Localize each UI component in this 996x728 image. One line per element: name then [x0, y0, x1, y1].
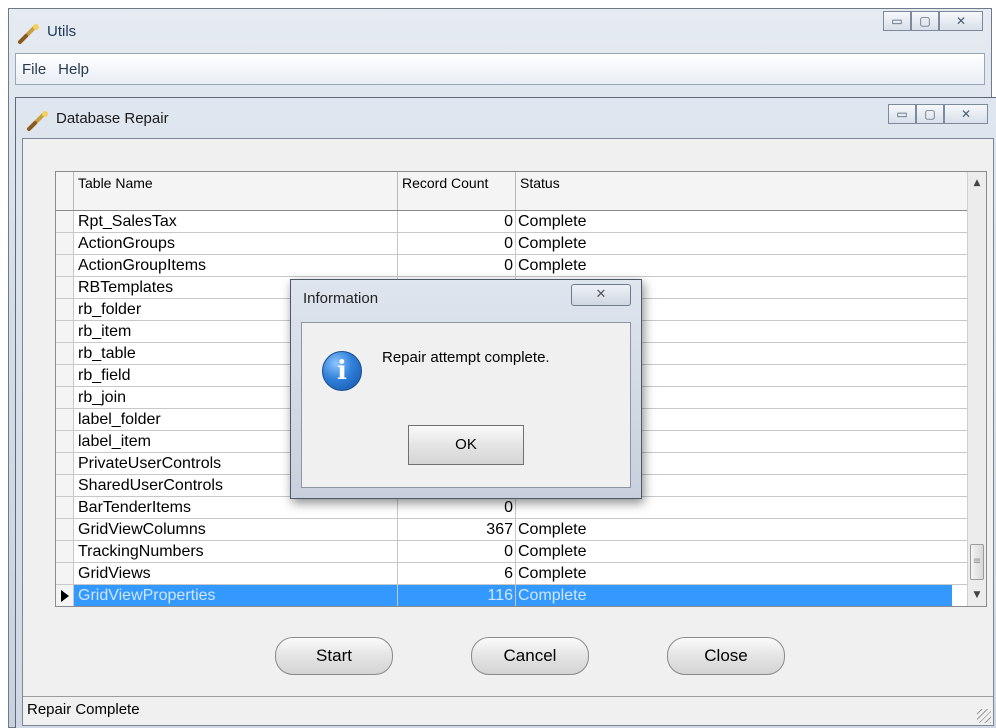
cell-table-name[interactable]: ActionGroups: [74, 233, 398, 254]
status-text: Repair Complete: [27, 701, 140, 718]
wand-icon: [27, 111, 48, 131]
close-button[interactable]: ✕: [939, 11, 983, 31]
status-bar: Repair Complete: [23, 696, 993, 725]
dialog-body: i Repair attempt complete. OK: [301, 322, 631, 488]
utils-window-controls: ▭ ▢ ✕: [883, 11, 983, 31]
menu-bar: File Help: [15, 53, 985, 85]
menu-help[interactable]: Help: [52, 61, 95, 78]
close-button[interactable]: ✕: [944, 104, 988, 124]
row-indicator[interactable]: [56, 585, 74, 606]
cell-table-name[interactable]: TrackingNumbers: [74, 541, 398, 562]
ok-button[interactable]: OK: [408, 425, 524, 465]
scroll-up-icon[interactable]: ▲: [968, 174, 986, 192]
cell-status[interactable]: [516, 497, 952, 518]
cell-record-count[interactable]: 367: [398, 519, 516, 540]
restore-button[interactable]: ▢: [916, 104, 944, 124]
table-row[interactable]: ActionGroupItems 0 Complete: [56, 255, 968, 277]
cell-record-count[interactable]: 0: [398, 497, 516, 518]
cell-table-name[interactable]: GridViewProperties: [74, 585, 398, 606]
table-row[interactable]: Rpt_SalesTax 0 Complete: [56, 211, 968, 233]
row-indicator[interactable]: [56, 365, 74, 386]
cell-status[interactable]: Complete: [516, 211, 952, 232]
row-indicator[interactable]: [56, 321, 74, 342]
grid-header: Table Name Record Count Status: [56, 172, 968, 211]
start-button[interactable]: Start: [275, 637, 393, 675]
vertical-scrollbar[interactable]: ▲ ≡ ▼: [967, 172, 986, 606]
information-icon: i: [322, 351, 362, 391]
table-row[interactable]: TrackingNumbers 0 Complete: [56, 541, 968, 563]
row-indicator[interactable]: [56, 277, 74, 298]
cell-table-name[interactable]: GridViewColumns: [74, 519, 398, 540]
minimize-button[interactable]: ▭: [888, 104, 916, 124]
scroll-down-icon[interactable]: ▼: [968, 586, 986, 604]
row-indicator[interactable]: [56, 299, 74, 320]
cell-status[interactable]: Complete: [516, 255, 952, 276]
wand-icon: [18, 24, 39, 44]
column-header-record-count[interactable]: Record Count: [398, 172, 516, 210]
column-header-status[interactable]: Status: [516, 172, 952, 210]
cell-status[interactable]: Complete: [516, 233, 952, 254]
cell-status[interactable]: Complete: [516, 519, 952, 540]
cancel-button[interactable]: Cancel: [471, 637, 589, 675]
utils-title-bar[interactable]: Utils ▭ ▢ ✕: [9, 9, 991, 51]
database-repair-title-bar[interactable]: Database Repair ▭ ▢ ✕: [16, 98, 996, 138]
information-dialog: Information ✕ i Repair attempt complete.…: [290, 279, 642, 499]
row-indicator[interactable]: [56, 233, 74, 254]
row-indicator[interactable]: [56, 387, 74, 408]
row-indicator[interactable]: [56, 563, 74, 584]
cell-table-name[interactable]: ActionGroupItems: [74, 255, 398, 276]
row-indicator[interactable]: [56, 211, 74, 232]
cell-record-count[interactable]: 116: [398, 585, 516, 606]
repair-window-controls: ▭ ▢ ✕: [888, 104, 988, 124]
cell-table-name[interactable]: BarTenderItems: [74, 497, 398, 518]
row-indicator[interactable]: [56, 453, 74, 474]
close-button[interactable]: Close: [667, 637, 785, 675]
window-title: Database Repair: [56, 110, 169, 127]
row-indicator[interactable]: [56, 431, 74, 452]
cell-record-count[interactable]: 0: [398, 211, 516, 232]
cell-status[interactable]: Complete: [516, 541, 952, 562]
row-indicator[interactable]: [56, 475, 74, 496]
table-row[interactable]: GridViewColumns 367 Complete: [56, 519, 968, 541]
column-header-table-name[interactable]: Table Name: [74, 172, 398, 210]
cell-status[interactable]: Complete: [516, 563, 952, 584]
table-row[interactable]: GridViewProperties 116 Complete: [56, 585, 968, 606]
row-indicator[interactable]: [56, 497, 74, 518]
cell-record-count[interactable]: 0: [398, 233, 516, 254]
table-row[interactable]: GridViews 6 Complete: [56, 563, 968, 585]
cell-status[interactable]: Complete: [516, 585, 952, 606]
row-indicator[interactable]: [56, 519, 74, 540]
row-indicator[interactable]: [56, 343, 74, 364]
cell-record-count[interactable]: 0: [398, 255, 516, 276]
row-indicator[interactable]: [56, 409, 74, 430]
app-title: Utils: [47, 23, 77, 40]
dialog-title: Information: [303, 290, 379, 307]
resize-grip-icon[interactable]: [977, 709, 991, 723]
row-indicator[interactable]: [56, 541, 74, 562]
menu-file[interactable]: File: [16, 61, 52, 78]
cell-table-name[interactable]: Rpt_SalesTax: [74, 211, 398, 232]
row-indicator[interactable]: [56, 255, 74, 276]
table-row[interactable]: BarTenderItems 0: [56, 497, 968, 519]
row-indicator-header: [56, 172, 74, 210]
table-row[interactable]: ActionGroups 0 Complete: [56, 233, 968, 255]
scroll-thumb[interactable]: ≡: [970, 544, 984, 580]
dialog-message: Repair attempt complete.: [382, 349, 550, 366]
restore-button[interactable]: ▢: [911, 11, 939, 31]
dialog-close-button[interactable]: ✕: [571, 284, 631, 306]
cell-record-count[interactable]: 0: [398, 541, 516, 562]
cell-record-count[interactable]: 6: [398, 563, 516, 584]
minimize-button[interactable]: ▭: [883, 11, 911, 31]
cell-table-name[interactable]: GridViews: [74, 563, 398, 584]
